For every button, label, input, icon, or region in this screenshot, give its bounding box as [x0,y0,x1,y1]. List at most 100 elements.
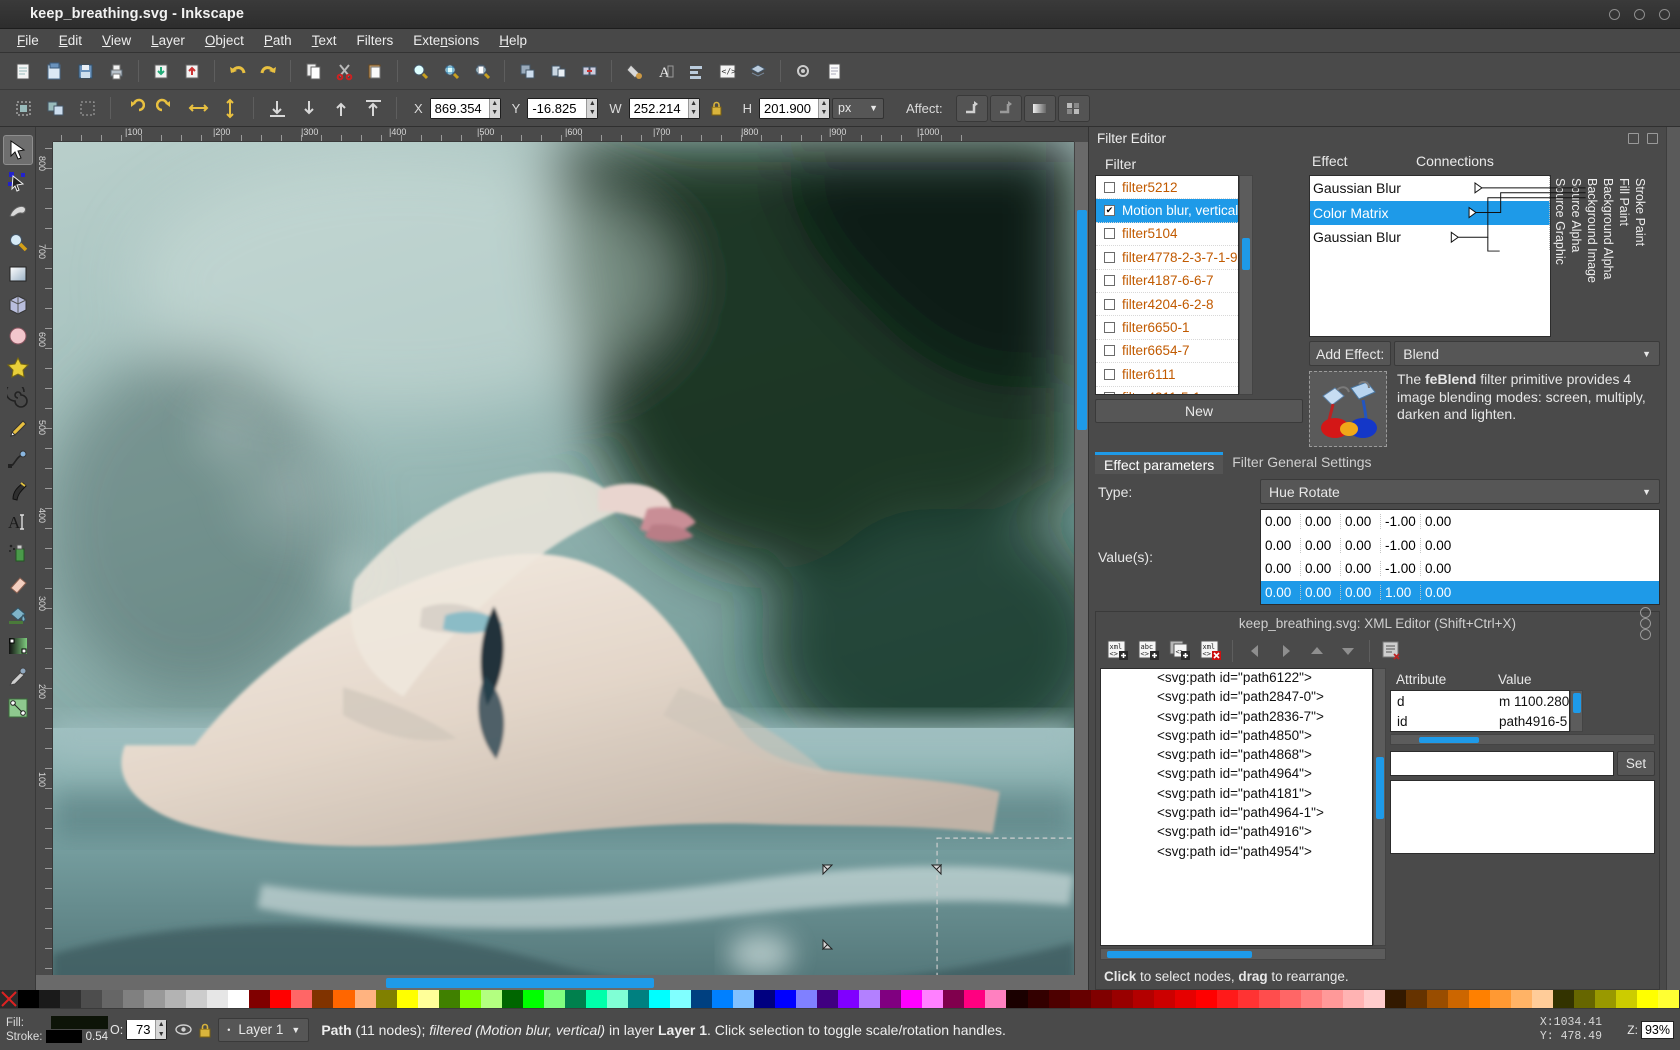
menu-edit[interactable]: Edit [50,30,91,51]
paint-bucket-tool-icon[interactable] [3,600,33,630]
filter-checkbox[interactable]: ✔ [1104,205,1115,216]
palette-swatch[interactable] [1091,990,1112,1008]
palette-swatch[interactable] [838,990,859,1008]
palette-swatch[interactable] [1637,990,1658,1008]
palette-swatch[interactable] [439,990,460,1008]
layers-icon[interactable] [743,57,773,86]
import-icon[interactable] [146,57,176,86]
matrix-cell[interactable]: 0.00 [1421,538,1461,553]
palette-swatch[interactable] [1469,990,1490,1008]
filter-list-scrollbar[interactable] [1239,175,1253,395]
preferences-icon[interactable] [788,57,818,86]
filter-list-item[interactable]: filter6650-1 [1096,316,1238,339]
effect-list[interactable]: Gaussian BlurColor MatrixGaussian Blur [1309,175,1551,337]
xml-tree-node[interactable]: <svg:path id="path6122"> [1101,670,1372,689]
filter-list[interactable]: filter5212✔Motion blur, verticalfilter51… [1095,175,1239,395]
bezier-tool-icon[interactable] [3,445,33,475]
palette-swatch[interactable] [355,990,376,1008]
affect-gradients-icon[interactable] [1024,95,1056,122]
palette-swatch[interactable] [1259,990,1280,1008]
xml-tree-node[interactable]: <svg:path id="path2847-0"> [1101,689,1372,708]
maximize-button[interactable] [1634,9,1645,20]
palette-swatch[interactable] [39,990,60,1008]
filter-checkbox[interactable] [1104,228,1115,239]
xml-minimize-button[interactable] [1640,607,1651,618]
filter-list-item[interactable]: filter4204-6-2-8 [1096,293,1238,316]
w-stepper[interactable]: ▲▼ [688,99,699,118]
palette-swatch[interactable] [670,990,691,1008]
raise-icon[interactable] [326,94,356,123]
xml-tree-scrollbar[interactable] [1373,668,1386,946]
xml-close-button[interactable] [1640,629,1651,640]
w-field[interactable]: ▲▼ [629,98,700,119]
rotate-cw-icon[interactable] [151,94,181,123]
selection-arrow-handles[interactable] [813,855,963,975]
matrix-cell[interactable]: 0.00 [1421,561,1461,576]
matrix-cell[interactable]: 0.00 [1301,585,1341,600]
y-stepper[interactable]: ▲▼ [586,99,597,118]
indent-node-icon[interactable] [1272,638,1299,665]
filter-checkbox[interactable] [1104,392,1115,395]
palette-swatch[interactable] [1511,990,1532,1008]
palette-swatch[interactable] [523,990,544,1008]
redo-icon[interactable] [253,57,283,86]
lower-to-bottom-icon[interactable] [262,94,292,123]
menu-extensions[interactable]: Extensions [404,30,488,51]
xml-tree-node[interactable]: <svg:path id="path4954"> [1101,844,1372,863]
palette-swatch[interactable] [1217,990,1238,1008]
palette-swatch[interactable] [733,990,754,1008]
matrix-cell[interactable]: -1.00 [1381,561,1421,576]
filter-checkbox[interactable] [1104,275,1115,286]
filter-checkbox[interactable] [1104,252,1115,263]
palette-swatch[interactable] [901,990,922,1008]
attribute-row[interactable]: dm 1100.280 [1391,691,1569,711]
new-text-node-icon[interactable]: abc<> [1135,638,1162,665]
spiral-tool-icon[interactable] [3,383,33,413]
attribute-row[interactable]: idpath4916-5 [1391,711,1569,731]
matrix-cell[interactable]: 0.00 [1421,514,1461,529]
zoom-tool-icon[interactable] [3,228,33,258]
attribute-value-input[interactable] [1390,751,1614,776]
matrix-cell[interactable]: 0.00 [1341,561,1381,576]
w-input[interactable] [630,99,688,118]
fill-stroke-icon[interactable] [619,57,649,86]
deselect-icon[interactable] [72,94,102,123]
eraser-tool-icon[interactable] [3,569,33,599]
palette-swatch[interactable] [291,990,312,1008]
set-attribute-button[interactable]: Set [1617,751,1655,776]
move-node-down-icon[interactable] [1334,638,1361,665]
close-panel-button[interactable] [1647,133,1658,144]
matrix-cell[interactable]: 0.00 [1421,585,1461,600]
xml-float-button[interactable] [1640,618,1651,629]
text-properties-icon[interactable]: A [650,57,680,86]
new-filter-button[interactable]: New [1095,399,1303,423]
palette-swatch[interactable] [1070,990,1091,1008]
lower-icon[interactable] [294,94,324,123]
filter-list-item[interactable]: filter5104 [1096,223,1238,246]
menu-text[interactable]: Text [303,30,346,51]
filter-list-item[interactable]: filter4311-5-1 [1096,387,1238,395]
palette-swatch[interactable] [418,990,439,1008]
h-field[interactable]: ▲▼ [759,98,830,119]
filter-list-item[interactable]: ✔Motion blur, vertical [1096,199,1238,222]
no-color-swatch[interactable] [0,990,18,1008]
palette-swatch[interactable] [1006,990,1027,1008]
palette-swatch[interactable] [1448,990,1469,1008]
y-field[interactable]: ▲▼ [527,98,598,119]
palette-swatch[interactable] [460,990,481,1008]
matrix-cell[interactable]: 0.00 [1261,561,1301,576]
palette-swatch[interactable] [1343,990,1364,1008]
unit-dropdown[interactable]: px ▼ [832,98,884,119]
matrix-cell[interactable]: -1.00 [1381,514,1421,529]
palette-swatch[interactable] [1532,990,1553,1008]
palette-swatch[interactable] [1427,990,1448,1008]
palette-swatch[interactable] [102,990,123,1008]
h-input[interactable] [760,99,818,118]
xml-editor-icon[interactable]: </> [712,57,742,86]
palette-swatch[interactable] [481,990,502,1008]
duplicate-node-icon[interactable]: <> [1166,638,1193,665]
filter-list-item[interactable]: filter6111 [1096,363,1238,386]
filter-list-item[interactable]: filter4778-2-3-7-1-9 [1096,246,1238,269]
drawing-canvas[interactable] [53,142,1074,975]
palette-swatch[interactable] [964,990,985,1008]
